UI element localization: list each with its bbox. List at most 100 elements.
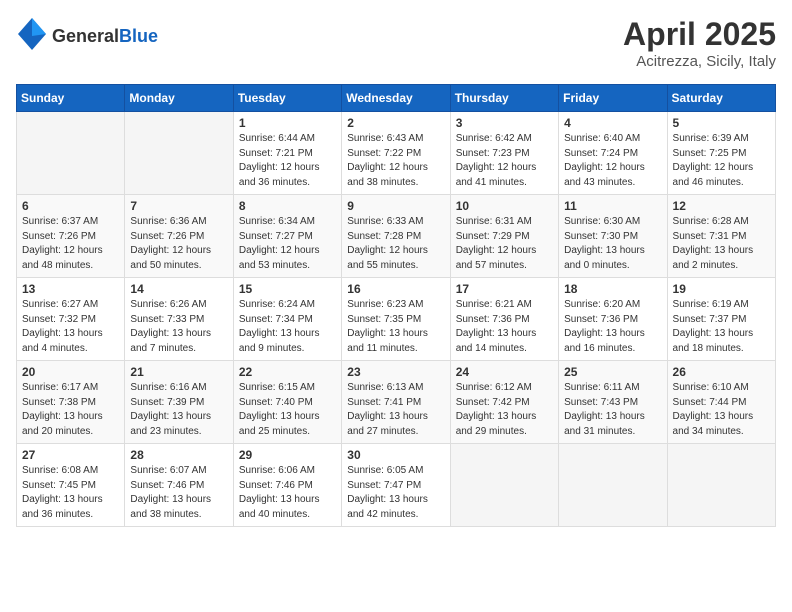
day-number: 10 bbox=[456, 199, 553, 213]
weekday-header: Monday bbox=[125, 85, 233, 112]
day-number: 17 bbox=[456, 282, 553, 296]
calendar-cell: 2 Sunrise: 6:43 AM Sunset: 7:22 PM Daylig… bbox=[342, 112, 450, 195]
calendar-cell: 1Sunrise: 6:44 AM Sunset: 7:21 PM Daylig… bbox=[233, 112, 341, 195]
day-info: Sunrise: 6:15 AM Sunset: 7:40 PM Dayligh… bbox=[239, 381, 336, 439]
day-info: Sunrise: 6:19 AM Sunset: 7:37 PM Dayligh… bbox=[673, 298, 770, 356]
day-info: Sunrise: 6:12 AM Sunset: 7:42 PM Dayligh… bbox=[456, 381, 553, 439]
day-number: 5 bbox=[673, 116, 770, 130]
day-number: 21 bbox=[130, 365, 227, 379]
weekday-header: Thursday bbox=[450, 85, 558, 112]
day-info: Sunrise: 6:27 AM Sunset: 7:32 PM Dayligh… bbox=[22, 298, 119, 356]
day-number: 7 bbox=[130, 199, 227, 213]
day-info: Sunrise: 6:07 AM Sunset: 7:46 PM Dayligh… bbox=[130, 464, 227, 522]
day-info: Sunrise: 6:31 AM Sunset: 7:29 PM Dayligh… bbox=[456, 215, 553, 273]
calendar-cell: 15 Sunrise: 6:24 AM Sunset: 7:34 PM Dayli… bbox=[233, 278, 341, 361]
day-number: 23 bbox=[347, 365, 444, 379]
day-info: Sunrise: 6:44 AM Sunset: 7:21 PM Dayligh… bbox=[239, 132, 336, 190]
calendar-cell: 9 Sunrise: 6:33 AM Sunset: 7:28 PM Daylig… bbox=[342, 195, 450, 278]
day-info: Sunrise: 6:17 AM Sunset: 7:38 PM Dayligh… bbox=[22, 381, 119, 439]
day-number: 14 bbox=[130, 282, 227, 296]
calendar-cell: 24 Sunrise: 6:12 AM Sunset: 7:42 PM Dayli… bbox=[450, 361, 558, 444]
day-info: Sunrise: 6:24 AM Sunset: 7:34 PM Dayligh… bbox=[239, 298, 336, 356]
day-number: 15 bbox=[239, 282, 336, 296]
calendar-cell: 30 Sunrise: 6:05 AM Sunset: 7:47 PM Dayli… bbox=[342, 444, 450, 527]
day-info: Sunrise: 6:16 AM Sunset: 7:39 PM Dayligh… bbox=[130, 381, 227, 439]
calendar-cell: 26 Sunrise: 6:10 AM Sunset: 7:44 PM Dayli… bbox=[667, 361, 775, 444]
day-info: Sunrise: 6:26 AM Sunset: 7:33 PM Dayligh… bbox=[130, 298, 227, 356]
calendar-cell: 21 Sunrise: 6:16 AM Sunset: 7:39 PM Dayli… bbox=[125, 361, 233, 444]
weekday-header: Friday bbox=[559, 85, 667, 112]
calendar-cell: 17Sunrise: 6:21 AM Sunset: 7:36 PM Dayli… bbox=[450, 278, 558, 361]
day-number: 25 bbox=[564, 365, 661, 379]
day-number: 28 bbox=[130, 448, 227, 462]
day-info: Sunrise: 6:39 AM Sunset: 7:25 PM Dayligh… bbox=[673, 132, 770, 190]
calendar-week-row: 6 Sunrise: 6:37 AM Sunset: 7:26 PM Daylig… bbox=[17, 195, 776, 278]
day-info: Sunrise: 6:13 AM Sunset: 7:41 PM Dayligh… bbox=[347, 381, 444, 439]
day-info: Sunrise: 6:10 AM Sunset: 7:44 PM Dayligh… bbox=[673, 381, 770, 439]
calendar-week-row: 13Sunrise: 6:27 AM Sunset: 7:32 PM Dayli… bbox=[17, 278, 776, 361]
weekday-header: Wednesday bbox=[342, 85, 450, 112]
calendar-table: SundayMondayTuesdayWednesdayThursdayFrid… bbox=[16, 84, 776, 527]
day-number: 24 bbox=[456, 365, 553, 379]
calendar-cell: 19Sunrise: 6:19 AM Sunset: 7:37 PM Dayli… bbox=[667, 278, 775, 361]
calendar-cell: 11Sunrise: 6:30 AM Sunset: 7:30 PM Dayli… bbox=[559, 195, 667, 278]
day-number: 22 bbox=[239, 365, 336, 379]
day-info: Sunrise: 6:08 AM Sunset: 7:45 PM Dayligh… bbox=[22, 464, 119, 522]
logo-blue-text: Blue bbox=[119, 26, 158, 46]
calendar-cell: 10 Sunrise: 6:31 AM Sunset: 7:29 PM Dayli… bbox=[450, 195, 558, 278]
calendar-cell: 29Sunrise: 6:06 AM Sunset: 7:46 PM Dayli… bbox=[233, 444, 341, 527]
calendar-cell: 8 Sunrise: 6:34 AM Sunset: 7:27 PM Daylig… bbox=[233, 195, 341, 278]
calendar-cell bbox=[559, 444, 667, 527]
calendar-cell: 20Sunrise: 6:17 AM Sunset: 7:38 PM Dayli… bbox=[17, 361, 125, 444]
day-info: Sunrise: 6:28 AM Sunset: 7:31 PM Dayligh… bbox=[673, 215, 770, 273]
day-number: 9 bbox=[347, 199, 444, 213]
logo: GeneralBlue bbox=[16, 16, 158, 57]
calendar-week-row: 20Sunrise: 6:17 AM Sunset: 7:38 PM Dayli… bbox=[17, 361, 776, 444]
day-number: 12 bbox=[673, 199, 770, 213]
calendar-cell bbox=[450, 444, 558, 527]
page-header: GeneralBlue April 2025 Acitrezza, Sicily… bbox=[16, 16, 776, 70]
logo-icon bbox=[16, 16, 48, 57]
day-number: 26 bbox=[673, 365, 770, 379]
calendar-cell: 7 Sunrise: 6:36 AM Sunset: 7:26 PM Daylig… bbox=[125, 195, 233, 278]
calendar-cell: 12 Sunrise: 6:28 AM Sunset: 7:31 PM Dayli… bbox=[667, 195, 775, 278]
day-info: Sunrise: 6:36 AM Sunset: 7:26 PM Dayligh… bbox=[130, 215, 227, 273]
calendar-header-row: SundayMondayTuesdayWednesdayThursdayFrid… bbox=[17, 85, 776, 112]
logo-general-text: General bbox=[52, 26, 119, 46]
logo-text: GeneralBlue bbox=[52, 26, 158, 47]
day-number: 27 bbox=[22, 448, 119, 462]
day-number: 16 bbox=[347, 282, 444, 296]
calendar-cell bbox=[667, 444, 775, 527]
day-info: Sunrise: 6:30 AM Sunset: 7:30 PM Dayligh… bbox=[564, 215, 661, 273]
day-info: Sunrise: 6:37 AM Sunset: 7:26 PM Dayligh… bbox=[22, 215, 119, 273]
day-info: Sunrise: 6:42 AM Sunset: 7:23 PM Dayligh… bbox=[456, 132, 553, 190]
weekday-header: Tuesday bbox=[233, 85, 341, 112]
day-number: 2 bbox=[347, 116, 444, 130]
weekday-header: Sunday bbox=[17, 85, 125, 112]
day-info: Sunrise: 6:40 AM Sunset: 7:24 PM Dayligh… bbox=[564, 132, 661, 190]
day-number: 6 bbox=[22, 199, 119, 213]
location-subtitle: Acitrezza, Sicily, Italy bbox=[623, 53, 776, 70]
calendar-cell bbox=[125, 112, 233, 195]
calendar-cell: 3Sunrise: 6:42 AM Sunset: 7:23 PM Daylig… bbox=[450, 112, 558, 195]
calendar-cell: 25 Sunrise: 6:11 AM Sunset: 7:43 PM Dayli… bbox=[559, 361, 667, 444]
day-number: 30 bbox=[347, 448, 444, 462]
day-info: Sunrise: 6:11 AM Sunset: 7:43 PM Dayligh… bbox=[564, 381, 661, 439]
day-info: Sunrise: 6:05 AM Sunset: 7:47 PM Dayligh… bbox=[347, 464, 444, 522]
day-info: Sunrise: 6:20 AM Sunset: 7:36 PM Dayligh… bbox=[564, 298, 661, 356]
calendar-cell: 22 Sunrise: 6:15 AM Sunset: 7:40 PM Dayli… bbox=[233, 361, 341, 444]
day-info: Sunrise: 6:43 AM Sunset: 7:22 PM Dayligh… bbox=[347, 132, 444, 190]
calendar-cell: 5 Sunrise: 6:39 AM Sunset: 7:25 PM Daylig… bbox=[667, 112, 775, 195]
calendar-cell: 23 Sunrise: 6:13 AM Sunset: 7:41 PM Dayli… bbox=[342, 361, 450, 444]
day-number: 8 bbox=[239, 199, 336, 213]
day-number: 29 bbox=[239, 448, 336, 462]
calendar-week-row: 27 Sunrise: 6:08 AM Sunset: 7:45 PM Dayli… bbox=[17, 444, 776, 527]
calendar-cell bbox=[17, 112, 125, 195]
month-title: April 2025 bbox=[623, 16, 776, 53]
day-info: Sunrise: 6:33 AM Sunset: 7:28 PM Dayligh… bbox=[347, 215, 444, 273]
day-info: Sunrise: 6:23 AM Sunset: 7:35 PM Dayligh… bbox=[347, 298, 444, 356]
weekday-header: Saturday bbox=[667, 85, 775, 112]
day-info: Sunrise: 6:34 AM Sunset: 7:27 PM Dayligh… bbox=[239, 215, 336, 273]
calendar-cell: 4Sunrise: 6:40 AM Sunset: 7:24 PM Daylig… bbox=[559, 112, 667, 195]
title-block: April 2025 Acitrezza, Sicily, Italy bbox=[623, 16, 776, 70]
